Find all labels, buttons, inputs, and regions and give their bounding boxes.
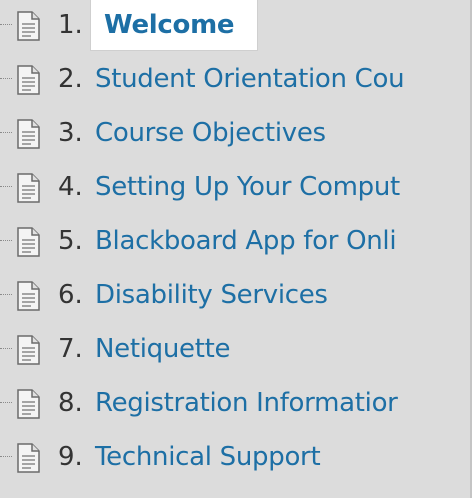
item-number: 5. [58,226,83,256]
tree-item-course-objectives[interactable]: 3. Course Objectives [0,109,470,157]
tree-connector [0,294,12,295]
tree-connector [0,240,12,241]
document-icon [17,389,40,419]
item-number: 3. [58,118,83,148]
item-link[interactable]: Welcome [104,1,235,49]
document-icon [17,443,40,473]
item-link[interactable]: Blackboard App for Onli [95,217,397,265]
item-link[interactable]: Technical Support [95,433,321,481]
tree-item-blackboard-app[interactable]: 5. Blackboard App for Onli [0,217,470,265]
item-number: 9. [58,442,83,472]
tree-item-student-orientation[interactable]: 2. Student Orientation Cou [0,55,470,103]
tree-item-welcome[interactable]: 1. Welcome [0,0,470,51]
tree-connector [0,24,12,25]
document-icon [17,119,40,149]
item-number: 6. [58,280,83,310]
document-icon [17,281,40,311]
document-icon [17,11,40,41]
item-number: 8. [58,388,83,418]
item-link[interactable]: Netiquette [95,325,231,373]
item-number: 2. [58,64,83,94]
tree-connector [0,132,12,133]
tree-connector [0,456,12,457]
document-icon [17,173,40,203]
item-number: 7. [58,334,83,364]
item-link[interactable]: Setting Up Your Comput [95,163,400,211]
item-link[interactable]: Disability Services [95,271,328,319]
tree-connector [0,402,12,403]
tree-item-netiquette[interactable]: 7. Netiquette [0,325,470,373]
tree-item-disability-services[interactable]: 6. Disability Services [0,271,470,319]
tree-connector [0,348,12,349]
document-icon [17,227,40,257]
item-number: 1. [58,10,83,40]
item-link[interactable]: Course Objectives [95,109,326,157]
item-number: 4. [58,172,83,202]
item-link[interactable]: Registration Informatior [95,379,398,427]
item-link[interactable]: Student Orientation Cou [95,55,405,103]
tree-item-registration-information[interactable]: 8. Registration Informatior [0,379,470,427]
content-tree: 1. Welcome 2. Student Orientation Cou 3. [0,0,472,498]
tree-item-technical-support[interactable]: 9. Technical Support [0,433,470,481]
tree-connector [0,186,12,187]
tree-connector [0,78,12,79]
document-icon [17,65,40,95]
document-icon [17,335,40,365]
tree-item-setting-up-computer[interactable]: 4. Setting Up Your Comput [0,163,470,211]
